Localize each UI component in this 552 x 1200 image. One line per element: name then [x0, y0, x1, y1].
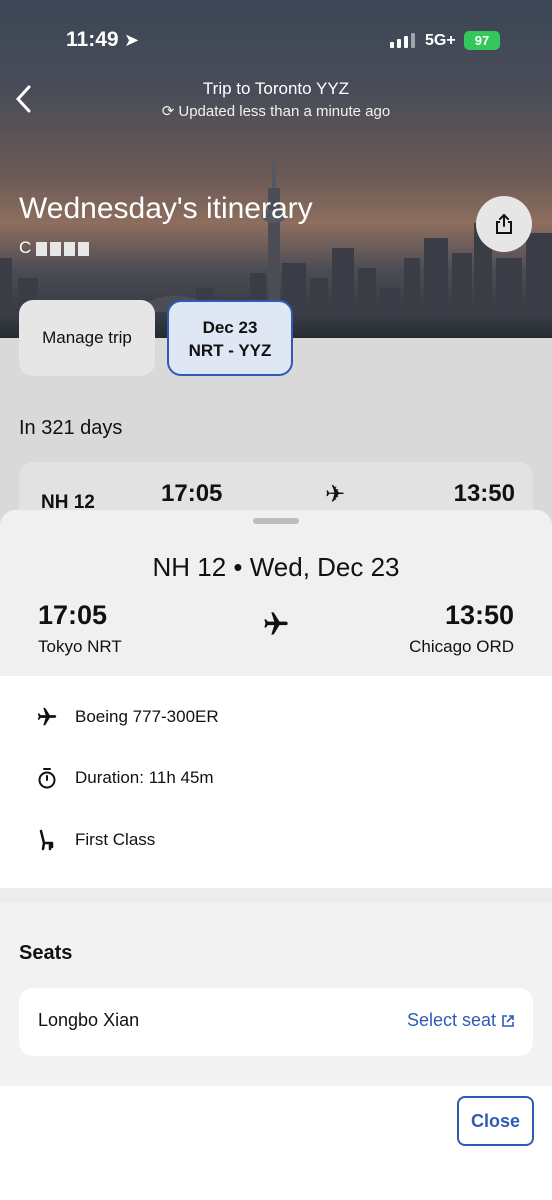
seats-heading: Seats — [19, 942, 73, 964]
location-arrow-icon: ➤ — [124, 30, 140, 50]
aircraft-type: Boeing 777-300ER — [75, 707, 219, 726]
battery-icon: 97 — [464, 31, 500, 50]
flight-chip-button[interactable]: Dec 23 NRT - YYZ — [167, 300, 293, 376]
arrival-time: 13:50 — [453, 480, 515, 507]
share-button[interactable] — [476, 196, 532, 252]
status-time: 11:49 — [66, 28, 119, 51]
signal-icon — [390, 33, 415, 48]
manage-trip-button[interactable]: Manage trip — [19, 300, 155, 376]
airplane-icon — [262, 610, 290, 643]
flight-detail-sheet: NH 12 • Wed, Dec 23 17:05 Tokyo NRT 13:5… — [0, 510, 552, 1200]
select-seat-link[interactable]: Select seat — [407, 1010, 515, 1031]
cabin-class: First Class — [75, 830, 156, 849]
seat-icon — [36, 829, 58, 851]
itinerary-title: Wednesday's itinerary — [19, 192, 313, 225]
arrival-time: 13:50 — [444, 600, 514, 630]
refresh-icon: ⟳ — [161, 103, 175, 120]
duration-text: Duration: 11h 45m — [75, 768, 214, 787]
aircraft-row: Boeing 777-300ER — [36, 704, 219, 730]
updated-text: Updated less than a minute ago — [178, 103, 391, 120]
flight-chip-route: NRT - YYZ — [188, 341, 272, 360]
passenger-seat-card: Longbo Xian Select seat — [19, 988, 533, 1056]
sheet-title: NH 12 • Wed, Dec 23 — [152, 552, 400, 582]
arrival-city: Chicago ORD — [409, 637, 514, 656]
stopwatch-icon — [36, 767, 58, 789]
airplane-icon: ✈ — [325, 481, 346, 508]
departure-city: Tokyo NRT — [38, 637, 122, 656]
flight-chip-date: Dec 23 — [202, 318, 258, 337]
confirmation-code: C — [19, 238, 90, 258]
close-button[interactable]: Close — [457, 1096, 534, 1146]
departure-time: 17:05 — [38, 600, 108, 630]
confirmation-prefix: C — [19, 238, 34, 257]
sheet-header: NH 12 • Wed, Dec 23 17:05 Tokyo NRT 13:5… — [0, 510, 552, 676]
updated-status: ⟳ Updated less than a minute ago — [0, 102, 552, 120]
cabin-row: First Class — [36, 827, 155, 853]
seats-section: Seats Longbo Xian Select seat — [0, 902, 552, 1086]
select-seat-label: Select seat — [406, 1010, 496, 1030]
external-link-icon — [502, 1014, 514, 1027]
airplane-icon — [36, 706, 58, 728]
countdown-text: In 321 days — [19, 417, 123, 439]
network-label: 5G+ — [425, 32, 456, 49]
trip-title: Trip to Toronto YYZ — [202, 79, 350, 98]
status-bar: 11:49 ➤ 5G+ 97 — [0, 24, 552, 58]
passenger-name: Longbo Xian — [38, 1010, 140, 1030]
sheet-grabber[interactable] — [253, 518, 299, 524]
departure-time: 17:05 — [161, 480, 223, 507]
share-icon — [496, 213, 512, 234]
section-divider — [0, 888, 552, 902]
duration-row: Duration: 11h 45m — [36, 765, 214, 791]
